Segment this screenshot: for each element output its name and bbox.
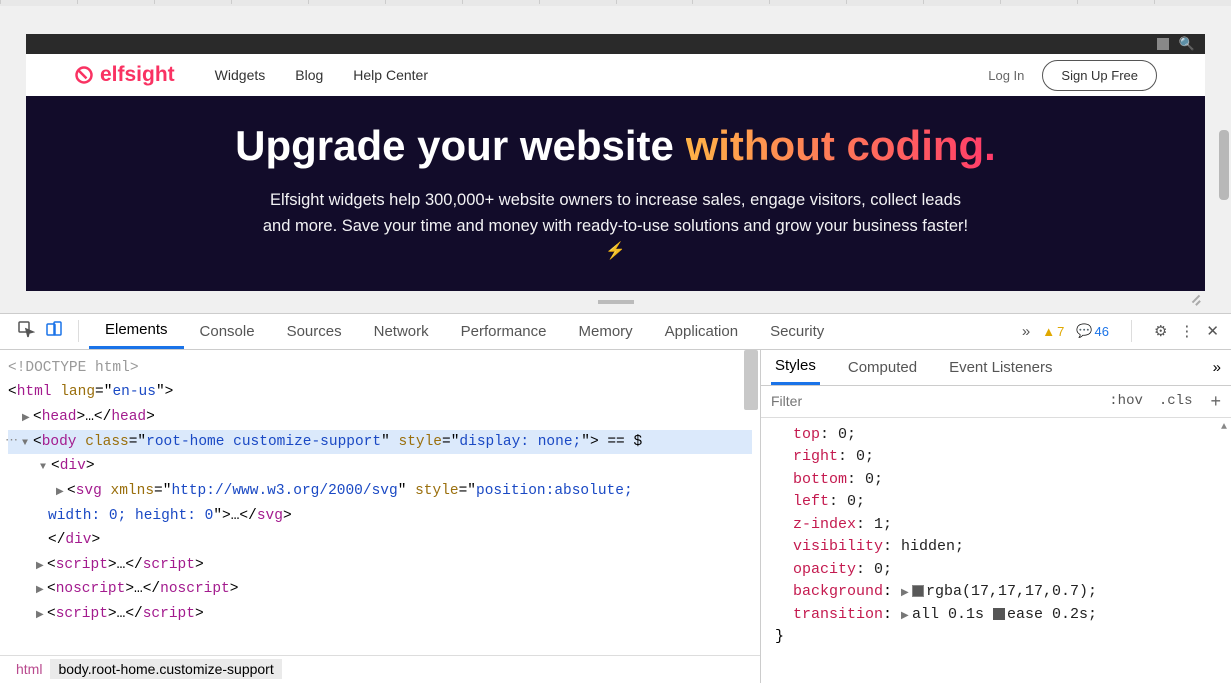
tab-network[interactable]: Network [358, 313, 445, 349]
tab-security[interactable]: Security [754, 313, 840, 349]
login-link[interactable]: Log In [988, 68, 1024, 83]
grip-icon [598, 300, 634, 304]
dom-doctype[interactable]: <!DOCTYPE html> [8, 356, 752, 381]
main-nav: Widgets Blog Help Center [215, 67, 428, 83]
dom-noscript[interactable]: ▶<noscript>…</noscript> [8, 577, 752, 602]
breadcrumb-html[interactable]: html [8, 659, 50, 679]
settings-icon[interactable]: ⚙ [1154, 322, 1167, 340]
rule-close: } [775, 626, 1217, 649]
hero-title-b: without coding. [686, 122, 996, 169]
dom-script1[interactable]: ▶<script>…</script> [8, 553, 752, 578]
devtools: Elements Console Sources Network Perform… [0, 313, 1231, 683]
tab-sources[interactable]: Sources [271, 313, 358, 349]
devtools-tabbar: Elements Console Sources Network Perform… [0, 314, 1231, 350]
logo-text: elfsight [100, 63, 175, 87]
new-rule-icon[interactable]: + [1200, 391, 1231, 412]
styles-tabs-overflow-icon[interactable]: » [1213, 359, 1221, 376]
color-swatch-icon[interactable] [912, 585, 924, 597]
dom-div-close[interactable]: </div> [8, 528, 752, 553]
styles-filter-row: :hov .cls + [761, 386, 1231, 418]
hov-toggle[interactable]: :hov [1101, 393, 1151, 409]
tab-styles[interactable]: Styles [771, 349, 820, 385]
devtools-resize-handle[interactable] [0, 291, 1231, 313]
nav-blog[interactable]: Blog [295, 67, 323, 83]
tab-memory[interactable]: Memory [563, 313, 649, 349]
ruler [0, 0, 1231, 6]
dom-scrollbar[interactable] [744, 350, 758, 410]
scroll-up-icon[interactable]: ▲ [1221, 420, 1227, 435]
tabs-overflow-icon[interactable]: » [1022, 323, 1030, 340]
nav-widgets[interactable]: Widgets [215, 67, 266, 83]
easing-swatch-icon[interactable] [993, 608, 1005, 620]
styles-panel: Styles Computed Event Listeners » :hov .… [761, 350, 1231, 683]
dom-tree[interactable]: <!DOCTYPE html> <html lang="en-us"> ▶<he… [0, 350, 760, 655]
tab-computed[interactable]: Computed [844, 349, 921, 385]
page-scrollbar[interactable] [1219, 130, 1229, 200]
admin-bar: 🔍 [26, 34, 1205, 54]
resize-corner-icon[interactable] [1191, 294, 1203, 306]
kebab-menu-icon[interactable]: ⋮ [1179, 322, 1194, 340]
tab-console[interactable]: Console [184, 313, 271, 349]
cls-toggle[interactable]: .cls [1151, 393, 1201, 409]
inspect-element-icon[interactable] [12, 320, 40, 342]
dom-div-open[interactable]: ▼<div> [8, 454, 752, 479]
tab-elements[interactable]: Elements [89, 313, 184, 349]
signup-button[interactable]: Sign Up Free [1042, 60, 1157, 91]
rendered-page: 🔍 elfsight Widgets Blog Help Center Log … [26, 34, 1205, 291]
logo[interactable]: elfsight [74, 63, 175, 87]
search-icon[interactable]: 🔍 [1179, 36, 1195, 52]
styles-filter-input[interactable] [761, 393, 1101, 409]
hero-title: Upgrade your website without coding. [86, 122, 1145, 170]
tab-event-listeners[interactable]: Event Listeners [945, 349, 1056, 385]
messages-badge[interactable]: 💬 46 [1076, 323, 1109, 339]
nav-help[interactable]: Help Center [353, 67, 428, 83]
dom-html[interactable]: <html lang="en-us"> [8, 380, 752, 405]
dom-breadcrumb: html body.root-home.customize-support [0, 655, 760, 683]
styles-tabbar: Styles Computed Event Listeners » [761, 350, 1231, 386]
hero-title-a: Upgrade your website [235, 122, 685, 169]
logo-icon [74, 65, 94, 85]
elements-panel: <!DOCTYPE html> <html lang="en-us"> ▶<he… [0, 350, 761, 683]
dom-svg[interactable]: ▶<svg xmlns="http://www.w3.org/2000/svg"… [8, 479, 752, 504]
css-rules[interactable]: ▲ top: 0; right: 0; bottom: 0; left: 0; … [761, 418, 1231, 683]
avatar-placeholder-icon[interactable] [1157, 38, 1169, 50]
breadcrumb-body[interactable]: body.root-home.customize-support [50, 659, 281, 679]
device-toolbar-icon[interactable] [40, 320, 68, 342]
tab-application[interactable]: Application [649, 313, 754, 349]
dom-body-selected[interactable]: ⋯▼<body class="root-home customize-suppo… [8, 430, 752, 455]
close-devtools-icon[interactable]: ✕ [1206, 322, 1219, 340]
hero: Upgrade your website without coding. Elf… [26, 96, 1205, 291]
dom-svg-cont[interactable]: width: 0; height: 0">…</svg> [8, 504, 752, 529]
warnings-badge[interactable]: ▲ 7 [1042, 324, 1064, 339]
dom-head[interactable]: ▶<head>…</head> [8, 405, 752, 430]
site-header: elfsight Widgets Blog Help Center Log In… [26, 54, 1205, 96]
tab-performance[interactable]: Performance [445, 313, 563, 349]
hero-description: Elfsight widgets help 300,000+ website o… [256, 188, 976, 265]
dom-script2[interactable]: ▶<script>…</script> [8, 602, 752, 627]
